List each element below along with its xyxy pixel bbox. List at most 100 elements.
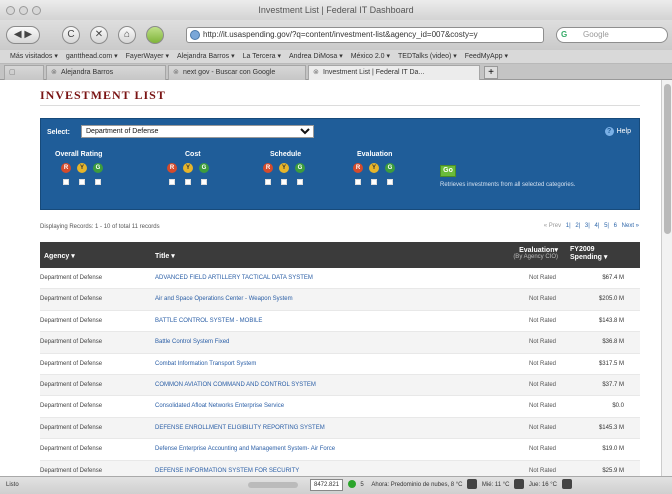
bookmark-item[interactable]: gantthead.com ▾ <box>66 53 118 60</box>
checkbox[interactable] <box>63 179 69 185</box>
pager-page[interactable]: 5 <box>604 223 607 229</box>
red-rating-icon: R <box>61 163 71 173</box>
pager-next[interactable]: Next » <box>622 223 639 229</box>
investment-title-link[interactable]: ADVANCED FIELD ARTILLERY TACTICAL DATA S… <box>155 275 313 281</box>
col-agency[interactable]: Agency ▾ <box>44 252 75 260</box>
yellow-rating-icon: Y <box>77 163 87 173</box>
schedule-checkboxes <box>265 179 303 185</box>
col-evaluation[interactable]: Evaluation▾ (By Agency CIO) <box>502 246 558 260</box>
tab-close-icon[interactable]: ▢ <box>9 66 16 80</box>
investment-title-link[interactable]: Combat Information Transport System <box>155 361 256 367</box>
forward-icon[interactable]: ▶ <box>24 29 32 40</box>
agency-cell: Department of Defense <box>40 275 103 281</box>
bookmark-item[interactable]: Andrea DiMosa ▾ <box>289 53 343 60</box>
checkbox[interactable] <box>201 179 207 185</box>
checkbox[interactable] <box>185 179 191 185</box>
tab-investment-list[interactable]: ⊗ Investment List | Federal IT Da... <box>308 65 480 80</box>
checkbox[interactable] <box>281 179 287 185</box>
col-title[interactable]: Title ▾ <box>155 252 175 260</box>
investment-title-link[interactable]: BATTLE CONTROL SYSTEM - MOBILE <box>155 318 262 324</box>
checkbox[interactable] <box>79 179 85 185</box>
spending-cell: $143.8 M <box>598 317 624 324</box>
evaluation-cell: Not Rated <box>528 381 556 388</box>
reload-button[interactable]: C <box>62 26 80 44</box>
url-text: http://it.usaspending.gov/?q=content/inv… <box>203 30 478 39</box>
tab-close-icon[interactable]: ⊗ <box>51 66 57 80</box>
go-button[interactable]: Go <box>440 165 456 177</box>
bookmark-item[interactable]: México 2.0 ▾ <box>351 53 390 60</box>
spending-cell: $67.4 M <box>602 275 624 281</box>
checkbox[interactable] <box>297 179 303 185</box>
window-title: Investment List | Federal IT Dashboard <box>258 5 414 15</box>
tab-close-icon[interactable]: ⊗ <box>313 66 319 80</box>
bookmarks-bar: Más visitados ▾ gantthead.com ▾ FayerWayer… <box>0 50 672 64</box>
tab-alejandra-barros[interactable]: ⊗ Alejandra Barros <box>46 65 166 80</box>
col-spending[interactable]: FY2009 Spending ▾ <box>570 246 626 261</box>
stock-ticker[interactable]: 8472.821 <box>310 479 344 491</box>
status-text: Listo <box>6 482 19 488</box>
status-widgets: 8472.821 5 Ahora: Predominio de nubes, 8… <box>310 477 575 494</box>
bookmark-item[interactable]: TEDTalks (video) ▾ <box>398 53 457 60</box>
checkbox[interactable] <box>355 179 361 185</box>
tab-blank[interactable]: ▢ <box>4 65 44 80</box>
spending-cell: $145.3 M <box>598 424 624 431</box>
zoom-window-button[interactable] <box>32 6 41 15</box>
pager-page[interactable]: 4 <box>594 223 597 229</box>
investment-title-link[interactable]: DEFENSE ENROLLMENT ELIGIBILITY REPORTING… <box>155 425 325 431</box>
col-evaluation-label: Evaluation▾ <box>519 247 558 254</box>
pager-page[interactable]: 3 <box>585 223 588 229</box>
table-row: Department of Defense Defense Enterprise … <box>40 439 640 461</box>
minimize-window-button[interactable] <box>19 6 28 15</box>
red-rating-icon: R <box>263 163 273 173</box>
checkbox[interactable] <box>265 179 271 185</box>
investment-title-link[interactable]: Air and Space Operations Center - Weapon… <box>155 296 293 302</box>
col-spending-label: Spending ▾ <box>570 254 608 261</box>
back-icon[interactable]: ◀ <box>14 29 22 40</box>
investment-title-link[interactable]: Defense Enterprise Accounting and Manage… <box>155 446 335 452</box>
bookmark-item[interactable]: FayerWayer ▾ <box>126 53 169 60</box>
pager-page[interactable]: 6 <box>614 223 617 229</box>
agency-select[interactable]: Department of Defense <box>81 125 314 138</box>
spending-cell: $36.8 M <box>602 339 624 346</box>
bookmark-item[interactable]: La Tercera ▾ <box>243 53 281 60</box>
checkbox[interactable] <box>387 179 393 185</box>
greasemonkey-icon[interactable] <box>146 26 164 44</box>
tab-google-search[interactable]: ⊗ next gov - Buscar con Google <box>168 65 306 80</box>
evaluation-cell: Not Rated <box>528 403 556 410</box>
tab-close-icon[interactable]: ⊗ <box>173 66 179 80</box>
google-icon: G <box>561 30 568 39</box>
url-bar[interactable]: http://it.usaspending.gov/?q=content/inv… <box>186 27 544 43</box>
investment-title-link[interactable]: Battle Control System Fixed <box>155 339 229 345</box>
online-icon <box>347 480 356 489</box>
bookmark-item[interactable]: Alejandra Barros ▾ <box>177 53 235 60</box>
weather-icon <box>467 479 478 490</box>
search-input[interactable]: G Google <box>556 27 668 43</box>
pager-prev[interactable]: « Prev <box>544 223 561 229</box>
bookmark-item[interactable]: FeedMyApp ▾ <box>465 53 508 60</box>
home-button[interactable]: ⌂ <box>118 26 136 44</box>
checkbox[interactable] <box>95 179 101 185</box>
table-row: Department of Defense ADVANCED FIELD ARTI… <box>40 268 640 290</box>
scrollbar-thumb[interactable] <box>664 84 671 234</box>
green-rating-icon: G <box>385 163 395 173</box>
help-link[interactable]: ? Help <box>604 127 631 136</box>
pager-page[interactable]: 2 <box>575 223 578 229</box>
checkbox[interactable] <box>371 179 377 185</box>
new-tab-button[interactable]: + <box>484 66 498 79</box>
pager-page[interactable]: 1 <box>566 223 569 229</box>
checkbox[interactable] <box>169 179 175 185</box>
table-row: Department of Defense DEFENSE INFORMATION… <box>40 460 640 476</box>
bookmark-item[interactable]: Más visitados ▾ <box>10 53 58 60</box>
agency-cell: Department of Defense <box>40 424 103 431</box>
investment-title-link[interactable]: COMMON AVIATION COMMAND AND CONTROL SYST… <box>155 382 316 388</box>
vertical-scrollbar[interactable] <box>661 80 672 476</box>
stop-button[interactable]: ✕ <box>90 26 108 44</box>
divider <box>40 105 640 106</box>
status-slider[interactable] <box>248 482 298 488</box>
agency-cell: Department of Defense <box>40 339 103 346</box>
investment-title-link[interactable]: DEFENSE INFORMATION SYSTEM FOR SECURITY <box>155 468 299 474</box>
investment-title-link[interactable]: Consolidated Afloat Networks Enterprise … <box>155 403 284 409</box>
close-window-button[interactable] <box>6 6 15 15</box>
back-forward-buttons[interactable]: ◀ ▶ <box>6 26 40 44</box>
cost-checkboxes <box>169 179 207 185</box>
